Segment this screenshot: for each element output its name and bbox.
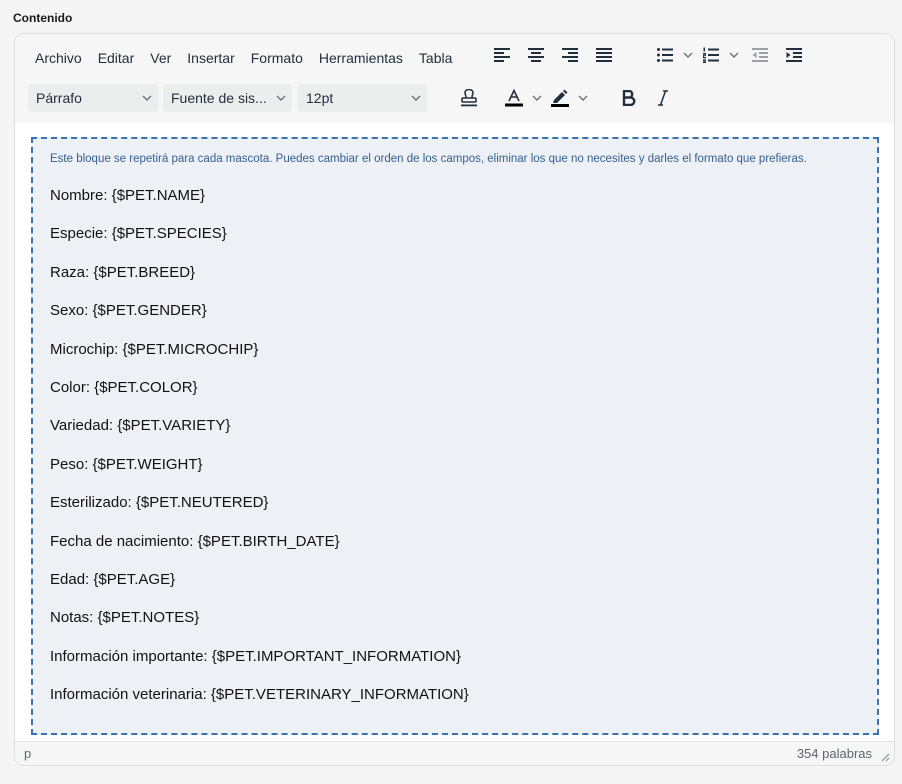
chevron-down-icon	[276, 95, 286, 101]
align-center-button[interactable]	[519, 41, 553, 69]
element-path[interactable]: p	[24, 746, 31, 761]
outdent-icon	[752, 48, 768, 62]
bold-button[interactable]	[612, 84, 646, 112]
numbered-list-chevron[interactable]	[725, 41, 743, 69]
font-family-value: Fuente de sis...	[171, 90, 267, 106]
pet-field-line: Peso: {$PET.WEIGHT}	[50, 456, 203, 473]
chevron-down-icon	[729, 52, 739, 58]
bullet-list-split-button[interactable]	[651, 41, 697, 69]
menu-formato[interactable]: Formato	[243, 44, 311, 72]
bullet-list-icon	[657, 48, 673, 62]
pet-field-line: Raza: {$PET.BREED}	[50, 264, 196, 281]
align-left-button[interactable]	[485, 41, 519, 69]
pet-field-line: Información veterinaria: {$PET.VETERINAR…	[50, 686, 469, 703]
chevron-down-icon	[578, 95, 588, 101]
pet-field-line: Variedad: {$PET.VARIETY}	[50, 417, 231, 434]
text-color-icon	[505, 89, 523, 107]
indent-button[interactable]	[777, 41, 811, 69]
block-format-select[interactable]: Párrafo	[28, 84, 158, 112]
chevron-down-icon	[411, 95, 421, 101]
highlight-icon	[551, 89, 569, 107]
menu-insertar[interactable]: Insertar	[179, 44, 242, 72]
numbered-list-split-button[interactable]	[697, 41, 743, 69]
bullet-list-button[interactable]	[651, 41, 679, 69]
pet-field-line: Color: {$PET.COLOR}	[50, 379, 198, 396]
menubar: Archivo Editar Ver Insertar Formato Herr…	[27, 44, 460, 72]
outdent-button[interactable]	[743, 41, 777, 69]
pet-field-line: Información importante: {$PET.IMPORTANT_…	[50, 648, 461, 665]
pet-field-line: Esterilizado: {$PET.NEUTERED}	[50, 494, 269, 511]
italic-button[interactable]	[646, 84, 680, 112]
indent-icon	[786, 48, 802, 62]
text-color-button[interactable]	[500, 84, 528, 112]
menu-herramientas[interactable]: Herramientas	[311, 44, 411, 72]
resize-handle-icon[interactable]	[880, 752, 890, 762]
align-center-icon	[528, 48, 544, 62]
menu-archivo[interactable]: Archivo	[27, 44, 90, 72]
align-right-icon	[562, 48, 578, 62]
bold-icon	[622, 90, 636, 106]
editor-content[interactable]: Este bloque se repetirá para cada mascot…	[15, 123, 894, 743]
text-color-chevron[interactable]	[528, 84, 546, 112]
stamp-icon	[461, 89, 477, 107]
pet-field-line: Sexo: {$PET.GENDER}	[50, 302, 207, 319]
chevron-down-icon	[683, 52, 693, 58]
italic-icon	[658, 90, 668, 106]
editor-toolbar: Archivo Editar Ver Insertar Formato Herr…	[15, 34, 894, 123]
align-justify-icon	[596, 48, 612, 62]
highlight-split-button[interactable]	[546, 84, 592, 112]
align-left-icon	[494, 48, 510, 62]
align-justify-button[interactable]	[587, 41, 621, 69]
menu-ver[interactable]: Ver	[142, 44, 179, 72]
menu-tabla[interactable]: Tabla	[411, 44, 460, 72]
pet-field-line: Edad: {$PET.AGE}	[50, 571, 176, 588]
pet-field-line: Especie: {$PET.SPECIES}	[50, 225, 227, 242]
align-right-button[interactable]	[553, 41, 587, 69]
pet-field-line: Microchip: {$PET.MICROCHIP}	[50, 341, 259, 358]
numbered-list-button[interactable]	[697, 41, 725, 69]
field-label: Contenido	[13, 11, 73, 25]
editor-statusbar: p 354 palabras	[15, 741, 894, 765]
pet-field-line: Nombre: {$PET.NAME}	[50, 187, 206, 204]
highlight-chevron[interactable]	[574, 84, 592, 112]
pet-block-hint: Este bloque se repetirá para cada mascot…	[50, 153, 807, 165]
numbered-list-icon	[703, 47, 719, 63]
bullet-list-chevron[interactable]	[679, 41, 697, 69]
pet-repeat-block[interactable]: Este bloque se repetirá para cada mascot…	[31, 137, 879, 735]
list-group	[651, 41, 811, 69]
pet-field-line: Notas: {$PET.NOTES}	[50, 609, 200, 626]
word-count[interactable]: 354 palabras	[797, 746, 872, 761]
font-size-select[interactable]: 12pt	[298, 84, 427, 112]
rich-text-editor: Archivo Editar Ver Insertar Formato Herr…	[14, 33, 895, 766]
font-size-value: 12pt	[306, 90, 334, 106]
chevron-down-icon	[142, 95, 152, 101]
highlight-button[interactable]	[546, 84, 574, 112]
pet-field-line: Fecha de nacimiento: {$PET.BIRTH_DATE}	[50, 533, 340, 550]
format-group	[452, 84, 680, 112]
block-format-value: Párrafo	[36, 90, 82, 106]
font-family-select[interactable]: Fuente de sis...	[163, 84, 292, 112]
menu-editar[interactable]: Editar	[90, 44, 143, 72]
chevron-down-icon	[532, 95, 542, 101]
stamp-button[interactable]	[452, 84, 486, 112]
text-color-split-button[interactable]	[500, 84, 546, 112]
alignment-group	[485, 41, 621, 69]
